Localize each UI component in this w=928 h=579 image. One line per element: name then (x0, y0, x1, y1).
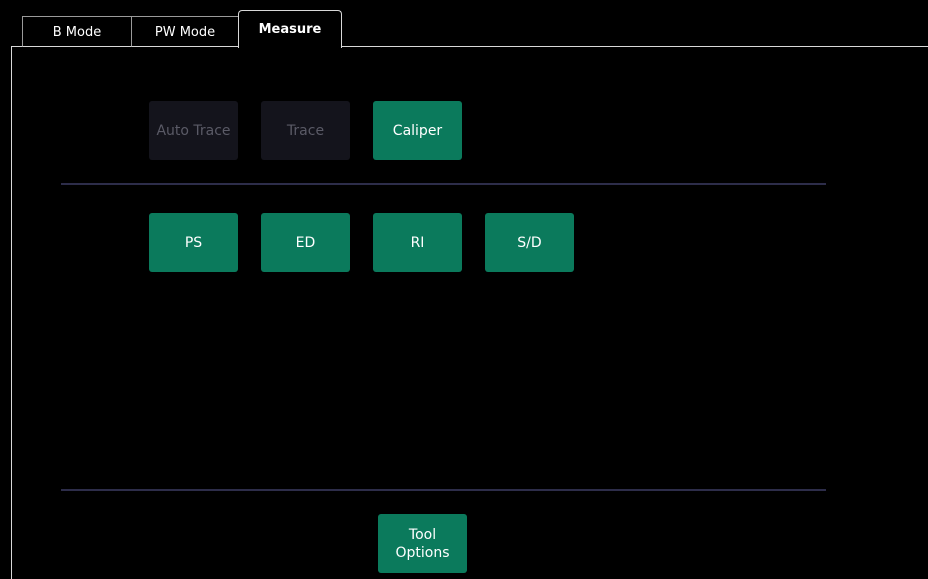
button-label: Auto Trace (156, 122, 231, 139)
footer-divider (61, 489, 826, 491)
button-label: Trace (286, 122, 325, 139)
s-d-button[interactable]: S/D (485, 213, 574, 272)
tab-b-mode[interactable]: B Mode (22, 16, 132, 47)
trace-button: Trace (261, 101, 350, 160)
tab-pw-mode[interactable]: PW Mode (131, 16, 239, 47)
tab-measure[interactable]: Measure (238, 10, 342, 48)
button-label: RI (410, 234, 425, 251)
tab-label: B Mode (52, 24, 102, 40)
button-label: S/D (517, 234, 542, 251)
tab-label: Measure (258, 22, 322, 37)
caliper-button[interactable]: Caliper (373, 101, 462, 160)
ed-button[interactable]: ED (261, 213, 350, 272)
button-label: PS (184, 234, 203, 251)
ri-button[interactable]: RI (373, 213, 462, 272)
button-label: Caliper (392, 122, 443, 139)
button-label: ED (295, 234, 316, 251)
auto-trace-button: Auto Trace (149, 101, 238, 160)
ps-button[interactable]: PS (149, 213, 238, 272)
tool-options-button[interactable]: Tool Options (378, 514, 467, 573)
section-divider (61, 183, 826, 185)
button-label: Tool Options (395, 526, 450, 561)
tab-label: PW Mode (154, 24, 216, 40)
